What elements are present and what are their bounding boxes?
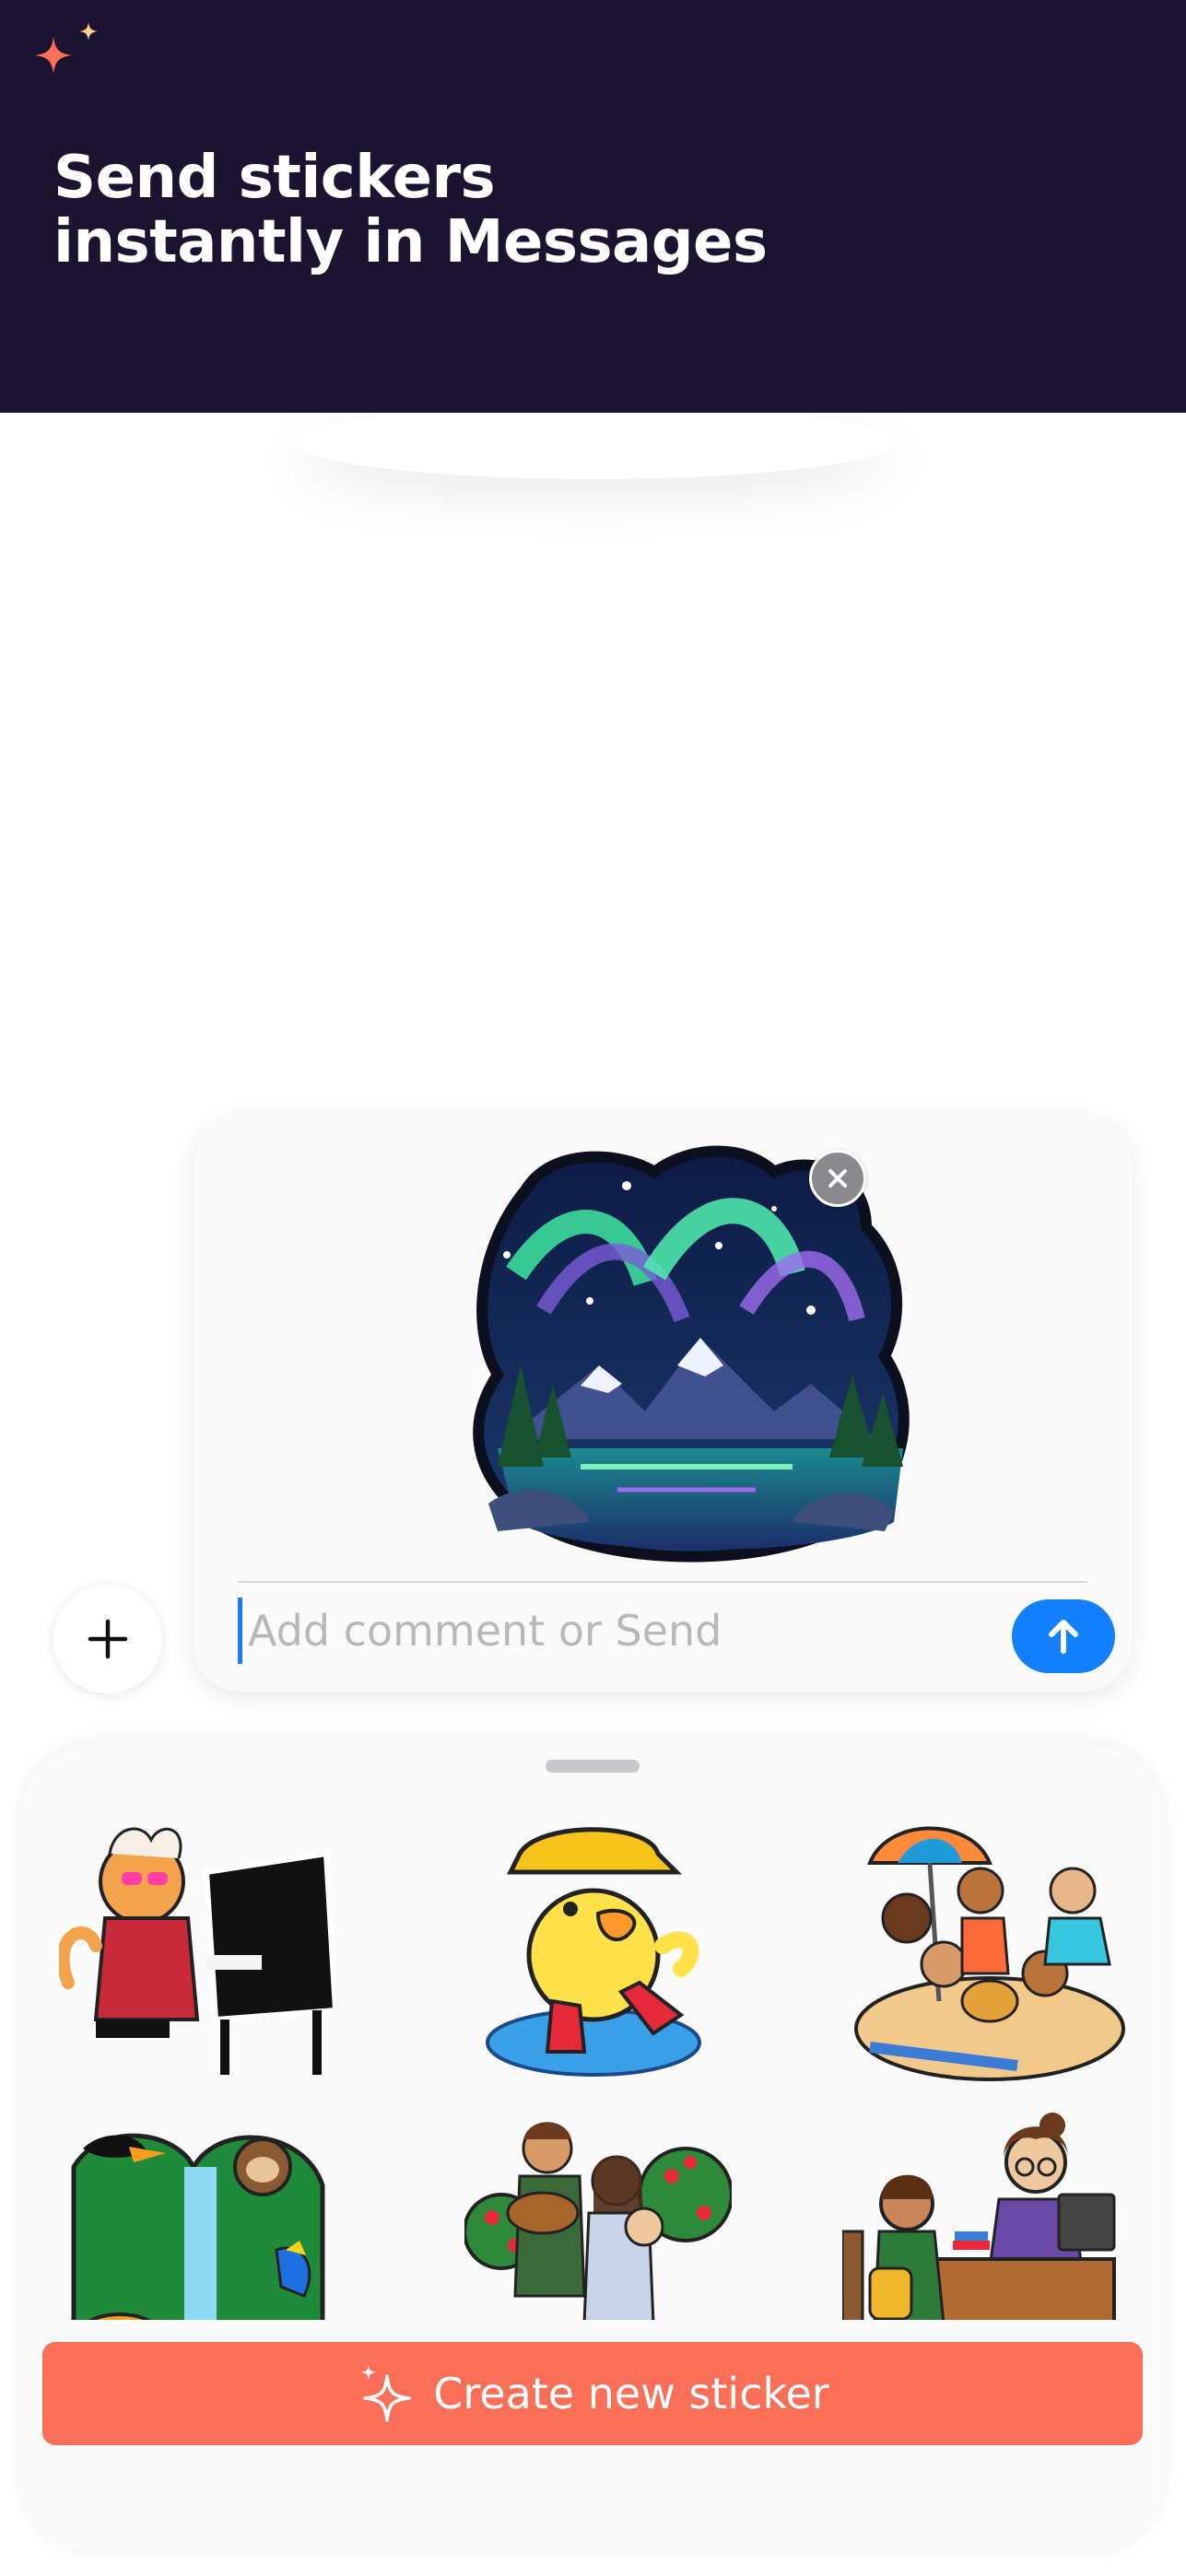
create-new-sticker-button[interactable]: Create new sticker: [42, 2342, 1143, 2445]
plus-icon: [88, 1619, 128, 1659]
hero-shadow: [295, 405, 894, 479]
sticker-library-desk[interactable]: [842, 2112, 1119, 2320]
close-icon: [828, 1169, 847, 1188]
sticker-duck-rain-boots[interactable]: [474, 1817, 750, 2084]
send-button[interactable]: [1012, 1599, 1115, 1673]
apple-picking-family-sticker: [464, 2122, 732, 2320]
arrow-up-icon: [1049, 1620, 1078, 1654]
beach-friends-sticker: [854, 1826, 1125, 2081]
sparkles-icon: [361, 2365, 412, 2422]
sticker-drawer: Create new sticker: [22, 1743, 1163, 2554]
sticker-apple-picking-family[interactable]: [464, 2112, 741, 2320]
hero-title-line2: instantly in Messages: [53, 208, 768, 276]
cat-pianist-sticker: [59, 1827, 335, 2075]
hero-banner: Send stickers instantly in Messages: [0, 0, 1186, 413]
sticker-beach-friends[interactable]: [851, 1817, 1128, 2084]
aurora-mountain-lake-sticker[interactable]: [442, 1135, 940, 1577]
sticker-row-2: [22, 2112, 1163, 2320]
duck-rain-boots-sticker: [486, 1827, 701, 2077]
remove-sticker-button[interactable]: [809, 1150, 866, 1207]
add-attachment-button[interactable]: [53, 1585, 162, 1693]
sparkle-icon: [35, 22, 98, 74]
compose-divider: [238, 1581, 1087, 1583]
jungle-animals-sticker: [71, 2133, 325, 2320]
sticker-jungle-animals[interactable]: [65, 2112, 341, 2320]
create-new-sticker-label: Create new sticker: [433, 2369, 829, 2418]
sticker-cat-pianist[interactable]: [59, 1817, 335, 2084]
message-compose-bubble: [194, 1117, 1132, 1692]
hero-title: Send stickers instantly in Messages: [53, 146, 975, 275]
drawer-grabber[interactable]: [546, 1760, 640, 1773]
hero-title-line1: Send stickers: [53, 144, 496, 212]
comment-input[interactable]: [238, 1598, 966, 1664]
library-desk-sticker: [842, 2113, 1116, 2320]
